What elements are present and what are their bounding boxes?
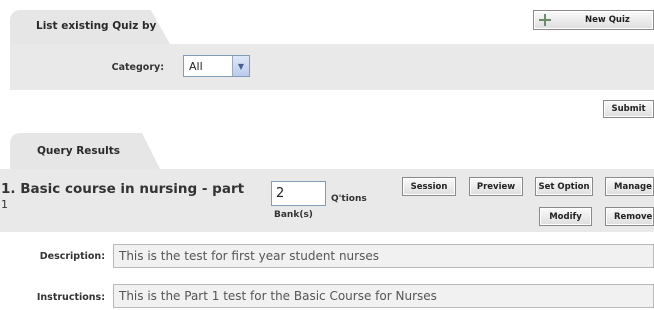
- instructions-label: Instructions:: [36, 292, 105, 303]
- manage-button[interactable]: Manage: [605, 177, 654, 196]
- category-select[interactable]: All ▼: [183, 55, 250, 77]
- quiz-title: 1. Basic course in nursing - part 1: [1, 181, 244, 213]
- query-results-tab-label: Query Results: [37, 145, 121, 157]
- new-quiz-label: New Quiz: [585, 15, 630, 25]
- new-quiz-button[interactable]: New Quiz: [533, 10, 654, 30]
- modify-button[interactable]: Modify: [539, 207, 592, 226]
- instructions-field: This is the Part 1 test for the Basic Co…: [113, 284, 654, 308]
- category-select-value: All: [189, 59, 203, 73]
- set-option-button[interactable]: Set Option: [535, 177, 593, 196]
- quiz-title-line2: 1: [1, 198, 8, 211]
- quiz-title-line1: 1. Basic course in nursing - part: [1, 181, 245, 197]
- submit-button[interactable]: Submit: [603, 100, 654, 118]
- remove-button[interactable]: Remove: [605, 207, 654, 226]
- description-field: This is the test for first year student …: [113, 244, 654, 268]
- session-button[interactable]: Session: [402, 177, 456, 196]
- bank-label: Bank(s): [274, 210, 313, 220]
- plus-icon: [539, 14, 551, 26]
- list-quiz-tab: List existing Quiz by: [10, 10, 170, 44]
- bank-count-input[interactable]: 2: [271, 181, 326, 206]
- chevron-down-icon[interactable]: ▼: [232, 56, 249, 76]
- qtions-label: Q'tions: [331, 194, 367, 204]
- query-results-tab: Query Results: [10, 133, 160, 169]
- category-label: Category:: [111, 62, 164, 73]
- preview-button[interactable]: Preview: [469, 177, 523, 196]
- description-label: Description:: [39, 251, 105, 262]
- list-quiz-tab-label: List existing Quiz by: [36, 20, 157, 32]
